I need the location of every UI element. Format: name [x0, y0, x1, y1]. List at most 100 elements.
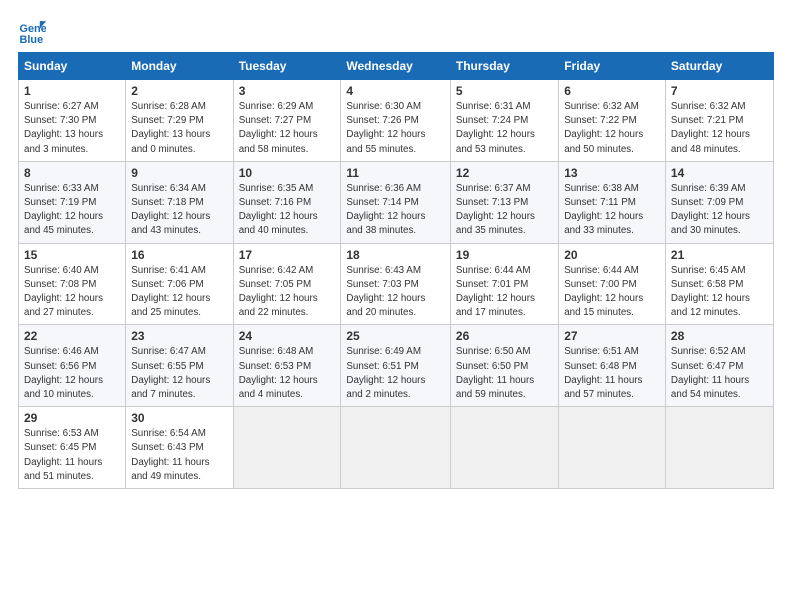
calendar-header-row: SundayMondayTuesdayWednesdayThursdayFrid…	[19, 53, 774, 80]
day-number: 4	[346, 84, 445, 98]
calendar-cell	[559, 407, 666, 489]
day-info: Sunrise: 6:48 AM Sunset: 6:53 PM Dayligh…	[239, 345, 336, 402]
day-number: 18	[346, 248, 445, 262]
calendar-cell	[341, 407, 451, 489]
calendar-cell: 5 Sunrise: 6:31 AM Sunset: 7:24 PM Daylig…	[450, 80, 558, 162]
week-row-4: 22 Sunrise: 6:46 AM Sunset: 6:56 PM Dayli…	[19, 325, 774, 407]
day-info: Sunrise: 6:32 AM Sunset: 7:21 PM Dayligh…	[671, 100, 768, 157]
page: General Blue SundayMondayTuesdayWednesda…	[0, 0, 792, 612]
day-number: 15	[24, 248, 120, 262]
day-number: 13	[564, 166, 660, 180]
day-info: Sunrise: 6:42 AM Sunset: 7:05 PM Dayligh…	[239, 264, 336, 321]
calendar-table: SundayMondayTuesdayWednesdayThursdayFrid…	[18, 52, 774, 489]
calendar-cell: 21 Sunrise: 6:45 AM Sunset: 6:58 PM Dayli…	[665, 243, 773, 325]
day-number: 9	[131, 166, 227, 180]
week-row-2: 8 Sunrise: 6:33 AM Sunset: 7:19 PM Daylig…	[19, 161, 774, 243]
day-info: Sunrise: 6:34 AM Sunset: 7:18 PM Dayligh…	[131, 182, 227, 239]
calendar-cell: 10 Sunrise: 6:35 AM Sunset: 7:16 PM Dayli…	[233, 161, 341, 243]
logo-icon: General Blue	[18, 18, 46, 46]
calendar-cell: 29 Sunrise: 6:53 AM Sunset: 6:45 PM Dayli…	[19, 407, 126, 489]
day-number: 14	[671, 166, 768, 180]
header-wednesday: Wednesday	[341, 53, 451, 80]
day-number: 30	[131, 411, 227, 425]
header-thursday: Thursday	[450, 53, 558, 80]
calendar-cell: 1Sunrise: 6:27 AM Sunset: 7:30 PM Daylig…	[19, 80, 126, 162]
svg-text:Blue: Blue	[20, 34, 44, 46]
day-info: Sunrise: 6:41 AM Sunset: 7:06 PM Dayligh…	[131, 264, 227, 321]
calendar-cell	[233, 407, 341, 489]
day-number: 21	[671, 248, 768, 262]
calendar-cell: 7Sunrise: 6:32 AM Sunset: 7:21 PM Daylig…	[665, 80, 773, 162]
calendar-cell: 20Sunrise: 6:44 AM Sunset: 7:00 PM Dayli…	[559, 243, 666, 325]
day-info: Sunrise: 6:51 AM Sunset: 6:48 PM Dayligh…	[564, 345, 660, 402]
day-number: 8	[24, 166, 120, 180]
day-info: Sunrise: 6:37 AM Sunset: 7:13 PM Dayligh…	[456, 182, 553, 239]
day-info: Sunrise: 6:35 AM Sunset: 7:16 PM Dayligh…	[239, 182, 336, 239]
calendar-cell: 26 Sunrise: 6:50 AM Sunset: 6:50 PM Dayli…	[450, 325, 558, 407]
calendar-cell: 19 Sunrise: 6:44 AM Sunset: 7:01 PM Dayli…	[450, 243, 558, 325]
calendar-cell: 14 Sunrise: 6:39 AM Sunset: 7:09 PM Dayli…	[665, 161, 773, 243]
calendar-cell: 11Sunrise: 6:36 AM Sunset: 7:14 PM Dayli…	[341, 161, 451, 243]
week-row-5: 29 Sunrise: 6:53 AM Sunset: 6:45 PM Dayli…	[19, 407, 774, 489]
day-number: 5	[456, 84, 553, 98]
week-row-3: 15Sunrise: 6:40 AM Sunset: 7:08 PM Dayli…	[19, 243, 774, 325]
day-info: Sunrise: 6:36 AM Sunset: 7:14 PM Dayligh…	[346, 182, 445, 239]
day-info: Sunrise: 6:53 AM Sunset: 6:45 PM Dayligh…	[24, 427, 120, 484]
day-info: Sunrise: 6:45 AM Sunset: 6:58 PM Dayligh…	[671, 264, 768, 321]
day-number: 12	[456, 166, 553, 180]
day-info: Sunrise: 6:50 AM Sunset: 6:50 PM Dayligh…	[456, 345, 553, 402]
day-number: 19	[456, 248, 553, 262]
day-number: 24	[239, 329, 336, 343]
day-info: Sunrise: 6:30 AM Sunset: 7:26 PM Dayligh…	[346, 100, 445, 157]
calendar-cell: 30Sunrise: 6:54 AM Sunset: 6:43 PM Dayli…	[126, 407, 233, 489]
header-monday: Monday	[126, 53, 233, 80]
day-number: 1	[24, 84, 120, 98]
day-number: 27	[564, 329, 660, 343]
day-info: Sunrise: 6:46 AM Sunset: 6:56 PM Dayligh…	[24, 345, 120, 402]
day-number: 17	[239, 248, 336, 262]
day-info: Sunrise: 6:44 AM Sunset: 7:00 PM Dayligh…	[564, 264, 660, 321]
calendar-cell: 23Sunrise: 6:47 AM Sunset: 6:55 PM Dayli…	[126, 325, 233, 407]
calendar-cell: 8 Sunrise: 6:33 AM Sunset: 7:19 PM Daylig…	[19, 161, 126, 243]
day-number: 22	[24, 329, 120, 343]
calendar-cell: 13 Sunrise: 6:38 AM Sunset: 7:11 PM Dayli…	[559, 161, 666, 243]
calendar-cell: 4 Sunrise: 6:30 AM Sunset: 7:26 PM Daylig…	[341, 80, 451, 162]
calendar-cell: 6 Sunrise: 6:32 AM Sunset: 7:22 PM Daylig…	[559, 80, 666, 162]
calendar-cell: 24 Sunrise: 6:48 AM Sunset: 6:53 PM Dayli…	[233, 325, 341, 407]
day-info: Sunrise: 6:44 AM Sunset: 7:01 PM Dayligh…	[456, 264, 553, 321]
day-number: 28	[671, 329, 768, 343]
logo: General Blue	[18, 18, 50, 46]
day-info: Sunrise: 6:31 AM Sunset: 7:24 PM Dayligh…	[456, 100, 553, 157]
day-info: Sunrise: 6:28 AM Sunset: 7:29 PM Dayligh…	[131, 100, 227, 157]
header-friday: Friday	[559, 53, 666, 80]
calendar-cell	[450, 407, 558, 489]
header-tuesday: Tuesday	[233, 53, 341, 80]
day-info: Sunrise: 6:47 AM Sunset: 6:55 PM Dayligh…	[131, 345, 227, 402]
calendar-cell: 18 Sunrise: 6:43 AM Sunset: 7:03 PM Dayli…	[341, 243, 451, 325]
calendar-cell: 25 Sunrise: 6:49 AM Sunset: 6:51 PM Dayli…	[341, 325, 451, 407]
day-info: Sunrise: 6:43 AM Sunset: 7:03 PM Dayligh…	[346, 264, 445, 321]
day-number: 6	[564, 84, 660, 98]
calendar-cell: 3Sunrise: 6:29 AM Sunset: 7:27 PM Daylig…	[233, 80, 341, 162]
day-number: 10	[239, 166, 336, 180]
day-info: Sunrise: 6:38 AM Sunset: 7:11 PM Dayligh…	[564, 182, 660, 239]
day-number: 29	[24, 411, 120, 425]
day-info: Sunrise: 6:32 AM Sunset: 7:22 PM Dayligh…	[564, 100, 660, 157]
day-number: 16	[131, 248, 227, 262]
calendar-cell: 15Sunrise: 6:40 AM Sunset: 7:08 PM Dayli…	[19, 243, 126, 325]
day-number: 25	[346, 329, 445, 343]
day-info: Sunrise: 6:33 AM Sunset: 7:19 PM Dayligh…	[24, 182, 120, 239]
day-info: Sunrise: 6:39 AM Sunset: 7:09 PM Dayligh…	[671, 182, 768, 239]
calendar-cell: 22 Sunrise: 6:46 AM Sunset: 6:56 PM Dayli…	[19, 325, 126, 407]
week-row-1: 1Sunrise: 6:27 AM Sunset: 7:30 PM Daylig…	[19, 80, 774, 162]
day-number: 26	[456, 329, 553, 343]
calendar-cell: 12 Sunrise: 6:37 AM Sunset: 7:13 PM Dayli…	[450, 161, 558, 243]
day-number: 2	[131, 84, 227, 98]
day-info: Sunrise: 6:52 AM Sunset: 6:47 PM Dayligh…	[671, 345, 768, 402]
day-info: Sunrise: 6:49 AM Sunset: 6:51 PM Dayligh…	[346, 345, 445, 402]
header-sunday: Sunday	[19, 53, 126, 80]
calendar-cell: 16 Sunrise: 6:41 AM Sunset: 7:06 PM Dayli…	[126, 243, 233, 325]
calendar-cell	[665, 407, 773, 489]
header: General Blue	[18, 18, 774, 46]
calendar-cell: 28 Sunrise: 6:52 AM Sunset: 6:47 PM Dayli…	[665, 325, 773, 407]
